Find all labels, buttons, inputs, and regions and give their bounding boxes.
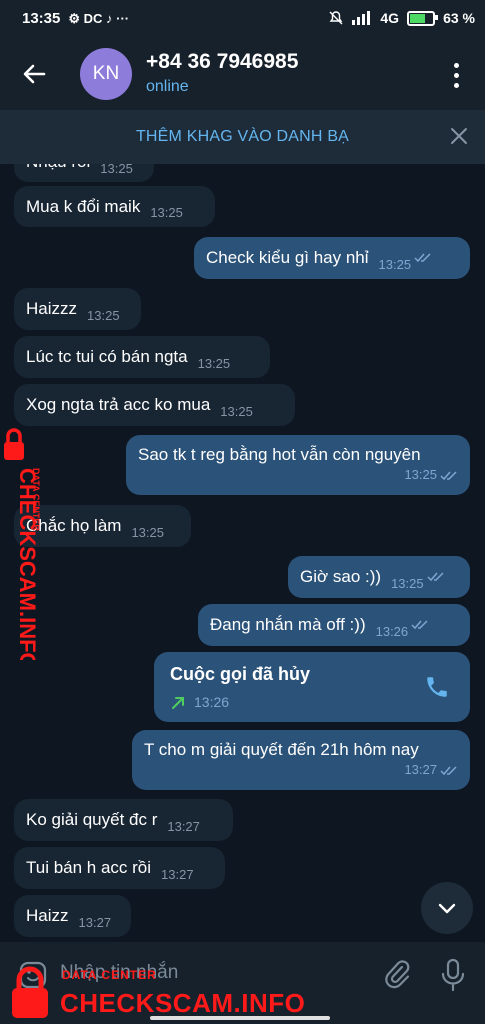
message-time: 13:25 xyxy=(404,467,437,482)
message-text: Chắc họ làm xyxy=(26,516,122,535)
status-bar: 13:35 ⚙ DC ♪ ··· 4G 63 % xyxy=(0,0,485,38)
message-time: 13:25 xyxy=(197,355,231,371)
message-time: 13:27 xyxy=(167,818,200,834)
message-incoming[interactable]: Chắc họ làm 13:25 xyxy=(14,505,191,547)
message-time: 13:25 xyxy=(131,524,164,540)
message-incoming[interactable]: Haizz 13:27 xyxy=(14,895,131,937)
phone-icon[interactable] xyxy=(424,674,450,700)
chat-header: KN +84 36 7946985 online xyxy=(0,38,485,110)
message-text: Lúc tc tui có bán ngta xyxy=(26,347,188,366)
battery-icon xyxy=(407,10,439,26)
message-incoming[interactable]: Mua k đổi maik 13:25 xyxy=(14,186,215,227)
message-outgoing[interactable]: T cho m giải quyết đến 21h hôm nay 13:27 xyxy=(132,730,470,790)
message-text: Check kiểu gì hay nhỉ xyxy=(206,248,369,267)
status-time: 13:35 xyxy=(22,10,61,27)
attach-icon[interactable] xyxy=(382,958,412,990)
microphone-icon[interactable] xyxy=(440,958,466,992)
message-outgoing[interactable]: Đang nhắn mà off :)) 13:26 xyxy=(198,604,470,646)
message-incoming[interactable]: Lúc tc tui có bán ngta 13:25 xyxy=(14,336,270,378)
watermark-vertical-tagline: DATA CENTER xyxy=(31,468,40,531)
mute-icon xyxy=(329,11,343,25)
contact-name[interactable]: +84 36 7946985 xyxy=(146,50,298,74)
message-text: Nhậu rồi xyxy=(26,164,90,172)
contact-status: online xyxy=(146,78,189,95)
message-time: 13:25 xyxy=(150,205,183,220)
outgoing-call-arrow-icon xyxy=(172,697,184,709)
message-text: Tui bán h acc rồi xyxy=(26,858,152,877)
call-message[interactable]: Cuộc gọi đã hủy 13:26 xyxy=(154,652,470,722)
message-text: Đang nhắn mà off :)) xyxy=(210,615,366,634)
watermark-lock-icon xyxy=(12,966,48,1018)
battery-level xyxy=(410,13,426,23)
message-time: 13:25 xyxy=(391,575,424,591)
message-incoming[interactable]: Tui bán h acc rồi 13:27 xyxy=(14,847,225,889)
read-check-icon xyxy=(427,572,444,582)
message-incoming[interactable]: Xog ngta trả acc ko mua 13:25 xyxy=(14,384,295,426)
read-check-icon xyxy=(440,766,457,775)
message-time: 13:25 xyxy=(100,164,133,176)
read-check-icon xyxy=(440,471,457,480)
add-contact-label[interactable]: THÊM KHAG VÀO DANH BẠ xyxy=(136,128,349,146)
message-text: T cho m giải quyết đến 21h hôm nay xyxy=(144,740,419,759)
read-check-icon xyxy=(414,253,431,263)
avatar[interactable]: KN xyxy=(80,48,132,100)
message-text: Haizzz xyxy=(26,299,78,318)
scroll-to-bottom-button[interactable] xyxy=(421,882,473,934)
read-check-icon xyxy=(411,620,428,630)
network-type: 4G xyxy=(380,10,400,26)
close-icon[interactable] xyxy=(449,126,469,146)
watermark-bottom-brand: CHECKSCAM.INFO xyxy=(60,988,306,1018)
more-options-icon[interactable] xyxy=(445,60,467,90)
chevron-down-icon xyxy=(438,903,456,914)
add-contact-banner[interactable]: THÊM KHAG VÀO DANH BẠ xyxy=(0,110,485,164)
watermark-bottom-logo: DATA CENTER CHECKSCAM.INFO xyxy=(0,958,305,1024)
message-text: Giờ sao :)) xyxy=(300,567,382,586)
watermark-bottom-tagline: DATA CENTER xyxy=(62,968,157,982)
message-time: 13:25 xyxy=(220,403,253,419)
back-arrow-icon[interactable] xyxy=(18,58,50,90)
message-text: Haizz xyxy=(26,906,69,925)
message-text: Mua k đổi maik xyxy=(26,196,141,216)
message-text: Xog ngta trả acc ko mua xyxy=(26,395,211,414)
message-outgoing[interactable]: Sao tk t reg bằng hot vẫn còn nguyên 13:… xyxy=(126,435,470,495)
message-time: 13:27 xyxy=(404,762,437,777)
message-time: 13:25 xyxy=(87,307,120,323)
message-incoming[interactable]: Haizzz 13:25 xyxy=(14,288,141,330)
message-incoming[interactable]: Ko giải quyết đc r 13:27 xyxy=(14,799,233,841)
message-list[interactable]: Nhậu rồi 13:25 Mua k đổi maik 13:25 Chec… xyxy=(0,164,485,942)
message-time: 13:26 xyxy=(375,623,409,639)
call-time: 13:26 xyxy=(194,694,230,710)
signal-icon xyxy=(352,11,371,25)
message-time: 13:27 xyxy=(78,914,112,930)
message-text: Ko giải quyết đc r xyxy=(26,810,158,829)
message-time: 13:25 xyxy=(378,256,412,272)
message-outgoing[interactable]: Check kiểu gì hay nhỉ 13:25 xyxy=(194,237,470,279)
message-text: Sao tk t reg bằng hot vẫn còn nguyên xyxy=(138,445,421,464)
battery-percent: 63 % xyxy=(443,10,475,26)
watermark-vertical-logo: CHECKSCAM.INFO DATA CENTER xyxy=(4,428,40,660)
call-status-title: Cuộc gọi đã hủy xyxy=(170,664,311,684)
message-incoming[interactable]: Nhậu rồi 13:25 xyxy=(14,164,154,182)
message-outgoing[interactable]: Giờ sao :)) 13:25 xyxy=(288,556,470,598)
status-notification-icons: ⚙ DC ♪ ··· xyxy=(68,10,130,26)
message-time: 13:27 xyxy=(161,866,194,882)
